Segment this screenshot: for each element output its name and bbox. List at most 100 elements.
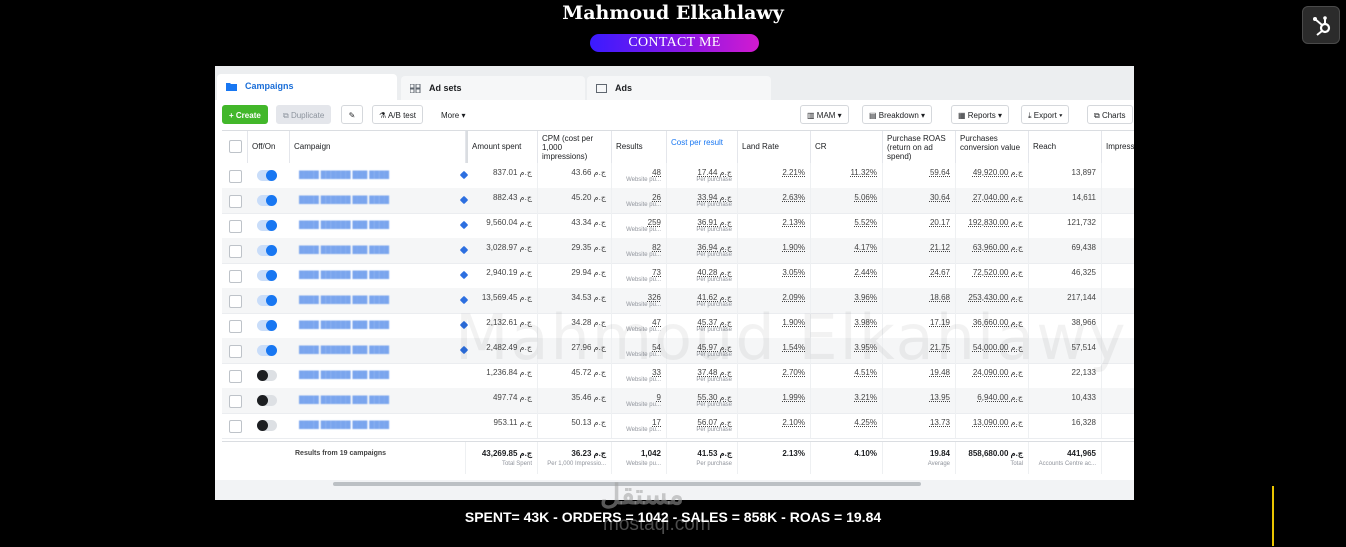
cell-results: 48 Website pu... [612, 163, 667, 188]
header-campaign[interactable]: Campaign [290, 131, 466, 163]
campaign-name-blurred[interactable]: ████ ██████ ███ ████ [299, 213, 473, 238]
more-button[interactable]: More ▾ [434, 105, 473, 124]
header-cr[interactable]: CR [811, 131, 883, 163]
tab-ad-sets[interactable]: Ad sets [401, 76, 585, 100]
toggle-knob [266, 195, 277, 206]
row-checkbox[interactable] [229, 295, 242, 308]
campaign-name-blurred[interactable]: ████ ██████ ███ ████ [299, 288, 473, 313]
row-checkbox[interactable] [229, 170, 242, 183]
cell-pcv: 27,040.00 ج.م [956, 188, 1029, 213]
campaign-toggle[interactable] [257, 220, 277, 231]
header-purchase-roas[interactable]: Purchase ROAS (return on ad spend) [883, 131, 956, 163]
table-row[interactable]: ████ ██████ ███ ████ 953.11 ج.م 50.13 ج.م 1… [222, 413, 1134, 439]
cell-cpm-value: 45.20 ج.م [571, 193, 606, 202]
campaign-toggle[interactable] [257, 345, 277, 356]
cell-land-value: 3.05% [782, 268, 805, 277]
header-cost-per-result[interactable]: Cost per result [667, 131, 738, 163]
cell-roas-value: 20.17 [929, 218, 950, 227]
campaign-name-blurred[interactable]: ████ ██████ ███ ████ [299, 263, 473, 288]
header-amount-spent[interactable]: Amount spent [466, 131, 538, 163]
campaign-toggle[interactable] [257, 395, 277, 406]
cell-cost-sub: Per purchase [696, 402, 732, 408]
summary-label: Results from 19 campaigns [290, 442, 466, 474]
header-select-all[interactable] [222, 131, 248, 163]
cell-cost-sub: Per purchase [696, 252, 732, 258]
table-row[interactable]: ████ ██████ ███ ████ 497.74 ج.م 35.46 ج.م 9… [222, 388, 1134, 414]
table-row[interactable]: ████ ██████ ███ ████ 882.43 ج.م 45.20 ج.م 2… [222, 188, 1134, 214]
header-results[interactable]: Results [612, 131, 667, 163]
edit-pencil-icon[interactable]: ✎ [341, 105, 363, 124]
tab-ad-sets-label: Ad sets [429, 83, 462, 93]
campaign-toggle[interactable] [257, 195, 277, 206]
hubspot-icon[interactable] [1302, 6, 1340, 44]
table-row[interactable]: ████ ██████ ███ ████ 2,940.19 ج.م 29.94 ج.… [222, 263, 1134, 289]
cell-land-value: 2.63% [782, 193, 805, 202]
campaign-toggle[interactable] [257, 370, 277, 381]
campaign-toggle[interactable] [257, 170, 277, 181]
row-checkbox[interactable] [229, 220, 242, 233]
cell-cpm-value: 35.46 ج.م [571, 393, 606, 402]
campaign-name-blurred[interactable]: ████ ██████ ███ ████ [299, 388, 473, 413]
cell-results-sub: Website pu... [626, 377, 661, 383]
summary-reach-value: 441,965 [1067, 449, 1096, 458]
header-land-rate[interactable]: Land Rate [738, 131, 811, 163]
row-checkbox[interactable] [229, 195, 242, 208]
header-offon[interactable]: Off/On [248, 131, 290, 163]
cell-roas-value: 30.64 [929, 193, 950, 202]
toggle-knob [266, 270, 277, 281]
header-impressions[interactable]: Impress [1102, 131, 1134, 163]
campaign-toggle[interactable] [257, 420, 277, 431]
ab-test-button[interactable]: ⚗ A/B test [372, 105, 423, 124]
header-reach[interactable]: Reach [1029, 131, 1102, 163]
campaign-name-blurred[interactable]: ████ ██████ ███ ████ [299, 188, 473, 213]
cell-reach: 69,438 [1029, 238, 1102, 263]
cell-pcv-value: 13,090.00 ج.م [972, 418, 1023, 427]
select-all-checkbox[interactable] [229, 140, 242, 153]
charts-button[interactable]: ⧉ Charts [1087, 105, 1133, 124]
header-purchases-conversion-value[interactable]: Purchases conversion value [956, 131, 1029, 163]
cell-results: 17 Website pu... [612, 413, 667, 438]
reports-button[interactable]: ▦ Reports ▾ [951, 105, 1010, 124]
row-checkbox[interactable] [229, 345, 242, 358]
summary-results-value: 1,042 [640, 449, 661, 458]
campaign-toggle[interactable] [257, 270, 277, 281]
row-checkbox[interactable] [229, 320, 242, 333]
campaign-name-blurred[interactable]: ████ ██████ ███ ████ [299, 363, 473, 388]
columns-mam-button[interactable]: ▥ MAM ▾ [800, 105, 849, 124]
campaign-name-blurred[interactable]: ████ ██████ ███ ████ [299, 238, 473, 263]
duplicate-button[interactable]: ⧉ Duplicate [276, 105, 332, 124]
row-checkbox[interactable] [229, 245, 242, 258]
summary-reach: 441,965 Accounts Centre ac... [1029, 442, 1102, 474]
folder-icon [226, 83, 237, 91]
table-row[interactable]: ████ ██████ ███ ████ 3,028.97 ج.م 29.35 ج.… [222, 238, 1134, 264]
campaign-toggle[interactable] [257, 295, 277, 306]
campaign-name-blurred[interactable]: ████ ██████ ███ ████ [299, 313, 473, 338]
campaign-name-blurred[interactable]: ████ ██████ ███ ████ [299, 163, 473, 188]
header-cpm[interactable]: CPM (cost per 1,000 impressions) [538, 131, 612, 163]
row-checkbox[interactable] [229, 270, 242, 283]
breakdown-button[interactable]: ▤ Breakdown ▾ [862, 105, 933, 124]
row-checkbox[interactable] [229, 370, 242, 383]
tab-ads[interactable]: Ads [587, 76, 771, 100]
campaign-name-blurred[interactable]: ████ ██████ ███ ████ [299, 338, 473, 363]
tab-campaigns[interactable]: Campaigns [217, 74, 397, 100]
table-row[interactable]: ████ ██████ ███ ████ 837.01 ج.م 43.66 ج.م 4… [222, 163, 1134, 189]
cell-pcv-value: 27,040.00 ج.م [972, 193, 1023, 202]
campaign-toggle[interactable] [257, 320, 277, 331]
cell-cpm: 29.35 ج.م [538, 238, 612, 263]
cell-results-sub: Website pu... [626, 202, 661, 208]
export-button[interactable]: ⤓ Export ▾ [1021, 105, 1070, 124]
cell-pcv: 63,960.00 ج.م [956, 238, 1029, 263]
row-checkbox[interactable] [229, 420, 242, 433]
campaign-toggle[interactable] [257, 245, 277, 256]
table-row[interactable]: ████ ██████ ███ ████ 9,560.04 ج.م 43.34 ج.… [222, 213, 1134, 239]
cell-cost-sub: Per purchase [696, 177, 732, 183]
campaign-name-blurred[interactable]: ████ ██████ ███ ████ [299, 413, 473, 438]
create-button[interactable]: + Create [222, 105, 268, 124]
cell-pcv-value: 192,830.00 ج.م [968, 218, 1023, 227]
cell-cr-value: 2.44% [854, 268, 877, 277]
row-checkbox[interactable] [229, 395, 242, 408]
cell-results-sub: Website pu... [626, 227, 661, 233]
contact-me-button[interactable]: CONTACT ME [590, 34, 759, 52]
cell-pcv-value: 49,920.00 ج.م [972, 168, 1023, 177]
